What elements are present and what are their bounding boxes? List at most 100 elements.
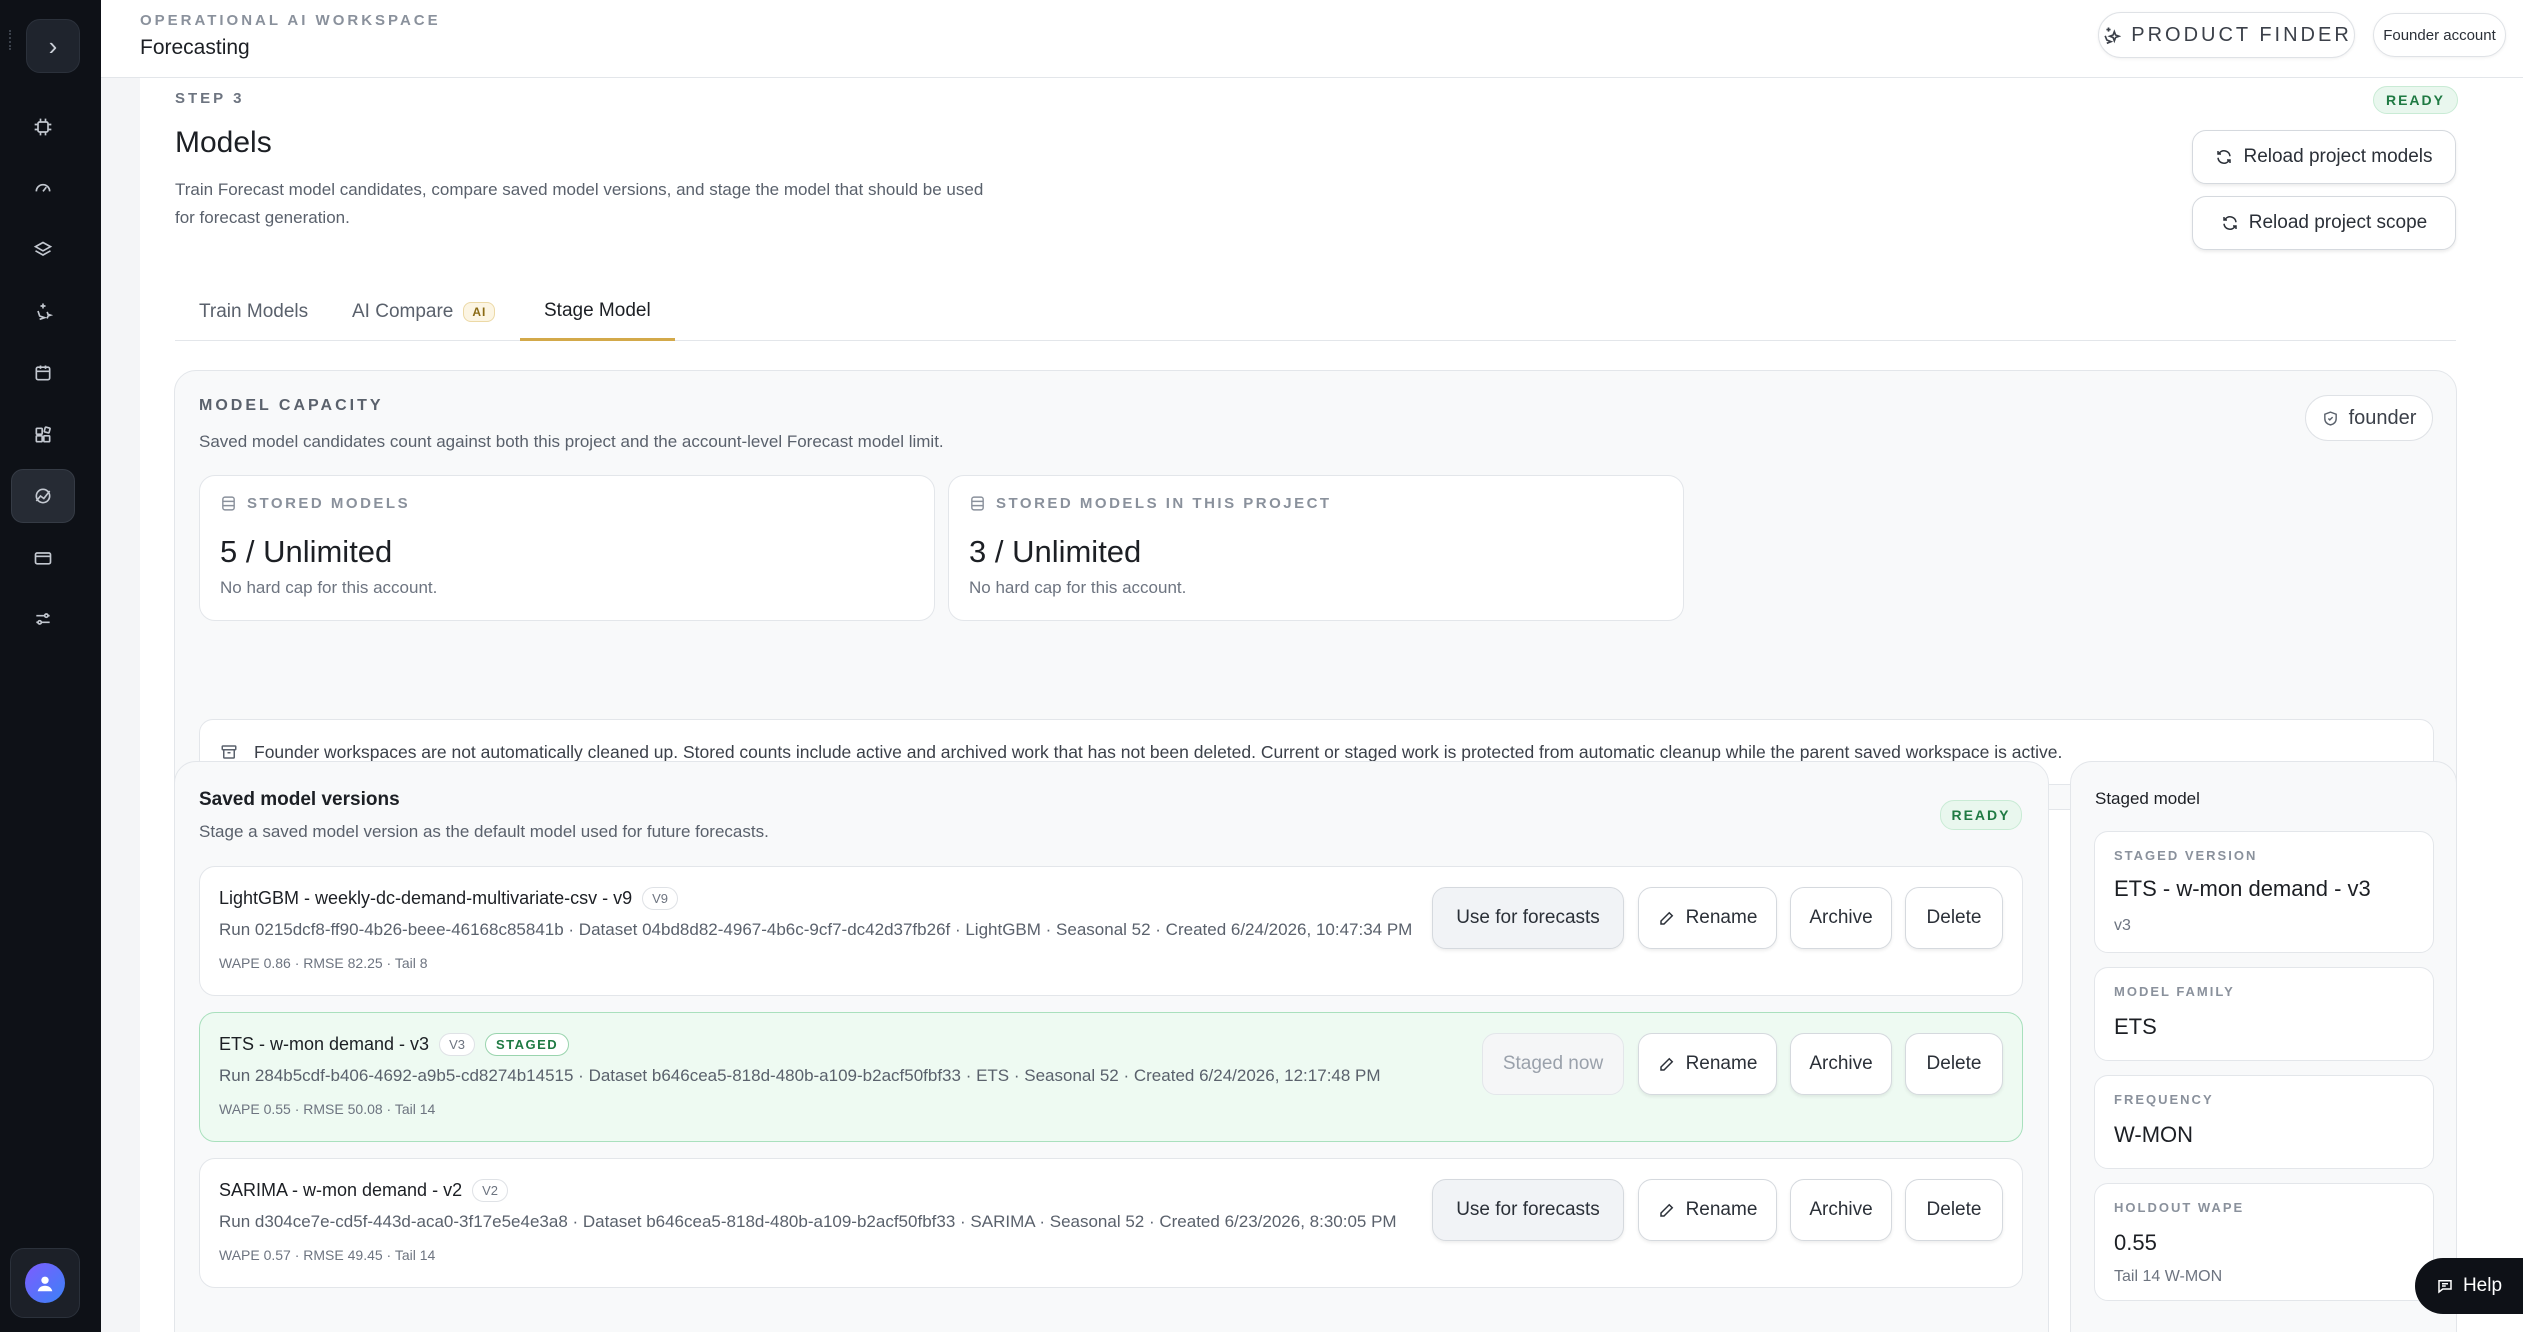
sidebar-item-billing[interactable]	[11, 531, 75, 585]
plan-label: founder	[2348, 406, 2417, 429]
reload-project-scope-button[interactable]: Reload project scope	[2192, 196, 2456, 250]
step-label: STEP 3	[175, 90, 245, 107]
step-status-badge: READY	[2373, 86, 2458, 114]
section-title: Models	[175, 126, 272, 159]
card-label: STAGED VERSION	[2114, 848, 2258, 863]
card-value: W-MON	[2114, 1122, 2194, 1147]
card-label: FREQUENCY	[2114, 1092, 2214, 1107]
stat-label-text: STORED MODELS IN THIS PROJECT	[996, 495, 1332, 512]
versions-description: Stage a saved model version as the defau…	[199, 822, 769, 841]
staged-badge: STAGED	[484, 1033, 570, 1056]
model-name: SARIMA - w-mon demand - v2 V2	[219, 1179, 508, 1202]
sidebar-item-gauge[interactable]	[11, 161, 75, 215]
delete-button[interactable]: Delete	[1905, 1033, 2003, 1095]
card-icon	[34, 552, 52, 565]
model-version-row-staged: ETS - w-mon demand - v3 V3 STAGED Run 28…	[199, 1012, 2023, 1142]
model-family-card: MODEL FAMILY ETS	[2094, 967, 2434, 1061]
saved-model-versions-panel: Saved model versions Stage a saved model…	[174, 761, 2049, 1332]
sidebar-item-forecasting[interactable]	[11, 469, 75, 523]
tab-ai-compare[interactable]: AI Compare AI	[328, 283, 519, 341]
archive-button[interactable]: Archive	[1790, 1033, 1892, 1095]
rename-label: Rename	[1685, 1199, 1758, 1220]
rename-label: Rename	[1685, 907, 1758, 928]
user-icon	[37, 1276, 53, 1292]
stat-label: STORED MODELS	[220, 495, 410, 512]
top-bar: OPERATIONAL AI WORKSPACE Forecasting PRO…	[101, 0, 2523, 78]
archive-button[interactable]: Archive	[1790, 1179, 1892, 1241]
model-name-text: ETS - w-mon demand - v3	[219, 1034, 430, 1054]
refresh-icon	[2217, 150, 2232, 164]
sidebar-grip[interactable]	[9, 30, 13, 50]
delete-button[interactable]: Delete	[1905, 1179, 2003, 1241]
tab-label: AI Compare	[352, 301, 454, 322]
reload-scope-label: Reload project scope	[2248, 212, 2428, 233]
stat-value: 3 / Unlimited	[969, 534, 1142, 569]
app-root: › OPERATIONAL AI WORKSPACE Forecasting P…	[0, 0, 2523, 1332]
capacity-description: Saved model candidates count against bot…	[199, 432, 944, 451]
tab-stage-model[interactable]: Stage Model	[520, 283, 675, 341]
database-icon	[222, 496, 235, 511]
use-for-forecasts-button[interactable]: Use for forecasts	[1432, 887, 1624, 949]
sidebar-item-calendar[interactable]	[11, 346, 75, 400]
gauge-icon	[35, 183, 51, 192]
rename-button[interactable]: Rename	[1638, 887, 1777, 949]
sliders-icon	[36, 613, 50, 625]
chat-icon	[2438, 1280, 2452, 1294]
model-version-row: SARIMA - w-mon demand - v2 V2 Run d304ce…	[199, 1158, 2023, 1288]
model-meta: Run d304ce7e-cd5f-443d-aca0-3f17e5e4e3a8…	[219, 1212, 1397, 1231]
staged-title: Staged model	[2095, 789, 2200, 808]
rename-label: Rename	[1685, 1053, 1758, 1074]
card-subtext: v3	[2114, 917, 2131, 934]
cpu-icon	[34, 118, 52, 136]
holdout-wape-card: HOLDOUT WAPE 0.55 Tail 14 W-MON	[2094, 1183, 2434, 1301]
product-finder-button[interactable]: PRODUCT FINDER	[2098, 12, 2355, 58]
blocks-icon	[35, 426, 51, 443]
use-for-forecasts-button[interactable]: Use for forecasts	[1432, 1179, 1624, 1241]
versions-status-badge: READY	[1940, 800, 2022, 830]
sidebar-item-blocks[interactable]	[11, 408, 75, 462]
stored-models-card: STORED MODELS 5 / Unlimited No hard cap …	[199, 475, 935, 621]
archive-button[interactable]: Archive	[1790, 887, 1892, 949]
tab-train-models[interactable]: Train Models	[175, 283, 332, 341]
sidebar-toggle-button[interactable]: ›	[26, 19, 80, 73]
page-title: Forecasting	[140, 36, 250, 59]
delete-button[interactable]: Delete	[1905, 887, 2003, 949]
card-label: MODEL FAMILY	[2114, 984, 2235, 999]
plan-badge: founder	[2305, 395, 2433, 441]
help-label: Help	[2462, 1275, 2503, 1296]
staged-now-button: Staged now	[1482, 1033, 1624, 1095]
card-value: ETS	[2114, 1014, 2157, 1039]
sidebar-item-sparkles[interactable]	[11, 284, 75, 338]
model-meta: Run 284b5cdf-b406-4692-a9b5-cd8274b14515…	[219, 1066, 1381, 1085]
notice-text: Founder workspaces are not automatically…	[254, 741, 2063, 762]
model-metrics: WAPE 0.57 · RMSE 49.45 · Tail 14	[219, 1247, 436, 1263]
user-avatar-button[interactable]	[10, 1248, 80, 1318]
account-button[interactable]: Founder account	[2373, 13, 2506, 57]
version-chip: V2	[472, 1179, 508, 1202]
version-chip: V9	[642, 887, 679, 910]
forecast-icon	[35, 488, 51, 504]
reload-models-label: Reload project models	[2243, 146, 2433, 167]
layers-icon	[33, 241, 53, 256]
archive-icon	[221, 745, 237, 759]
model-name: LightGBM - weekly-dc-demand-multivariate…	[219, 887, 679, 910]
capacity-title: MODEL CAPACITY	[199, 397, 384, 414]
sidebar-item-settings[interactable]	[11, 592, 75, 646]
model-capacity-panel: MODEL CAPACITY Saved model candidates co…	[174, 370, 2457, 810]
shield-icon	[2323, 410, 2337, 426]
model-name: ETS - w-mon demand - v3 V3 STAGED	[219, 1033, 570, 1056]
stat-value: 5 / Unlimited	[220, 534, 393, 569]
sidebar-item-cpu[interactable]	[11, 100, 75, 154]
card-label: HOLDOUT WAPE	[2114, 1200, 2245, 1215]
sidebar: ›	[0, 0, 101, 1332]
help-button[interactable]: Help	[2415, 1258, 2523, 1314]
reload-project-models-button[interactable]: Reload project models	[2192, 130, 2456, 184]
card-value: 0.55	[2114, 1230, 2157, 1255]
card-subtext: Tail 14 W-MON	[2114, 1268, 2223, 1285]
rename-button[interactable]: Rename	[1638, 1033, 1777, 1095]
sparkles-icon	[37, 303, 53, 321]
stored-models-project-card: STORED MODELS IN THIS PROJECT 3 / Unlimi…	[948, 475, 1684, 621]
sidebar-item-layers[interactable]	[11, 223, 75, 277]
model-name-text: LightGBM - weekly-dc-demand-multivariate…	[219, 888, 633, 908]
rename-button[interactable]: Rename	[1638, 1179, 1777, 1241]
